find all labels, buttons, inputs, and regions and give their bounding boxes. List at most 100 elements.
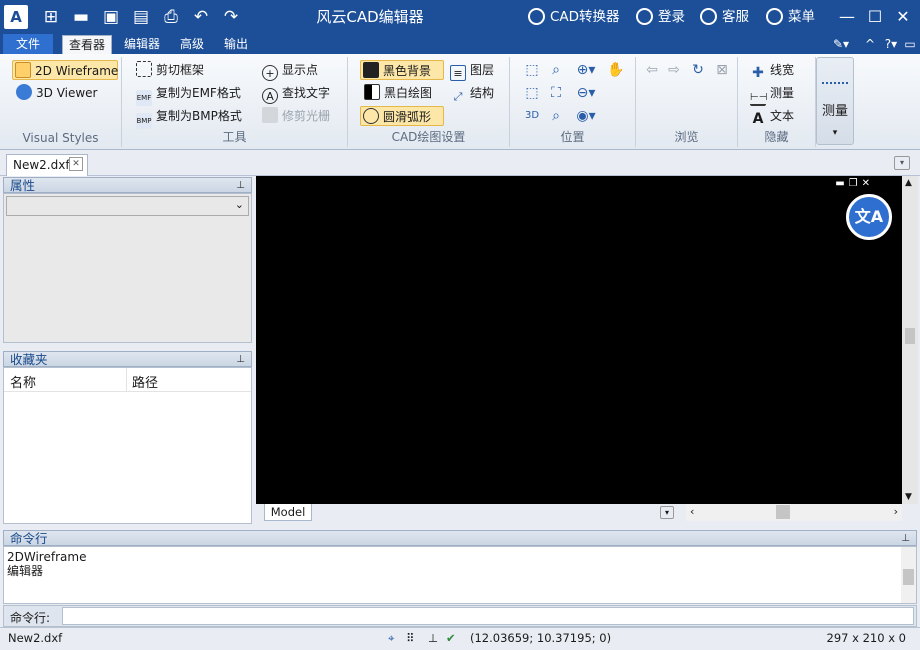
tab-list-dropdown-icon[interactable]: ▾ <box>894 156 910 170</box>
find-text-button[interactable]: A 查找文字 <box>260 83 334 104</box>
scroll-up-icon[interactable]: ▲ <box>905 178 912 188</box>
zoom-previous-icon[interactable]: ⌕ <box>546 106 566 126</box>
ortho-icon[interactable]: ⊥ <box>428 628 438 649</box>
converter-icon <box>528 8 545 25</box>
close-button[interactable]: ✕ <box>886 0 920 34</box>
structure-button[interactable]: ⤢ 结构 <box>448 83 498 103</box>
column-divider <box>126 368 127 392</box>
chevron-down-icon: ⌄ <box>234 198 244 211</box>
vertical-scrollbar[interactable]: ▲ ▼ <box>902 176 918 504</box>
rotate-3d-icon[interactable]: 3D <box>522 106 542 126</box>
favorites-table-header: 名称 路径 <box>4 368 251 392</box>
close-tab-icon[interactable]: ✕ <box>69 157 83 171</box>
pin-icon[interactable]: ⊥ <box>236 178 245 194</box>
menu-link[interactable]: 菜单 <box>766 0 815 34</box>
trim-raster-button[interactable]: 修剪光栅 <box>260 106 334 126</box>
stop-icon[interactable]: ⊠ <box>712 60 732 80</box>
fit-icon[interactable]: ⛶ <box>546 83 566 103</box>
properties-panel: ⌄ <box>3 193 252 343</box>
pin-icon[interactable]: ⊥ <box>236 352 245 368</box>
command-prompt-label: 命令行: <box>10 611 51 625</box>
zoom-window-icon[interactable]: ⬚ <box>522 60 542 80</box>
headset-icon <box>700 8 717 25</box>
zoom-out-icon[interactable]: ⊖▾ <box>572 83 600 103</box>
zoom-extents-icon[interactable]: ⬚ <box>522 83 542 103</box>
ribbon-tab-bar: 文件 查看器 编辑器 高级 输出 ✎▾ ^ ?▾ ▭ <box>0 34 920 54</box>
group-label: 位置 <box>560 130 585 144</box>
tab-file[interactable]: 文件 <box>3 34 53 54</box>
find-text-icon: A <box>262 88 278 104</box>
properties-select[interactable]: ⌄ <box>6 196 249 216</box>
group-label: CAD绘图设置 <box>391 130 466 144</box>
canvas-window-controls[interactable]: ▬❐✕ <box>835 178 874 189</box>
column-name[interactable]: 名称 <box>10 372 36 391</box>
measure-large-button[interactable]: 测量 ▾ <box>816 57 854 145</box>
pan-hand-icon[interactable]: ✋ <box>606 60 626 80</box>
measure-button[interactable]: ⊢⊣ 测量 <box>748 83 798 106</box>
text-icon: A <box>752 111 764 127</box>
measure-dots-icon <box>822 68 848 84</box>
viewer-3d-button[interactable]: 3D Viewer <box>14 83 101 103</box>
scroll-right-icon[interactable]: › <box>894 505 898 518</box>
dropdown-arrow-icon: ▾ <box>832 128 838 138</box>
group-label: 工具 <box>222 130 247 144</box>
bw-drawing-button[interactable]: 黑白绘图 <box>362 83 436 103</box>
column-path[interactable]: 路径 <box>132 372 158 391</box>
login-link[interactable]: 登录 <box>636 0 685 34</box>
translate-icon[interactable]: 文A <box>846 194 892 240</box>
model-tab[interactable]: Model <box>264 504 312 521</box>
wireframe-2d-button[interactable]: 2D Wireframe <box>12 60 118 80</box>
scroll-thumb[interactable] <box>905 328 915 344</box>
arc-icon <box>363 108 379 124</box>
forward-arrow-icon[interactable]: ⇨ <box>664 60 684 80</box>
drawing-canvas[interactable]: ▬❐✕ 文A <box>256 176 902 504</box>
hscroll-thumb[interactable] <box>776 505 790 519</box>
zoom-in-icon[interactable]: ⊕▾ <box>572 60 600 80</box>
black-bg-icon <box>363 62 379 78</box>
service-link[interactable]: 客服 <box>700 0 749 34</box>
raster-icon <box>262 107 278 123</box>
command-input[interactable] <box>62 607 914 625</box>
linewidth-button[interactable]: ✚ 线宽 <box>748 60 798 81</box>
user-icon <box>636 8 653 25</box>
layout-dropdown-icon[interactable]: ▾ <box>660 506 674 519</box>
black-background-button[interactable]: 黑色背景 <box>360 60 444 80</box>
cad-converter-link[interactable]: CAD转换器 <box>528 0 620 34</box>
scroll-down-icon[interactable]: ▼ <box>905 492 912 502</box>
group-hide: ✚ 线宽 ⊢⊣ 测量 A 文本 隐藏 <box>738 57 816 147</box>
text-button[interactable]: A 文本 <box>748 106 798 127</box>
collapse-ribbon-icon[interactable]: ^ <box>862 35 878 54</box>
zoom-select-icon[interactable]: ⌕ <box>546 60 566 80</box>
tab-editor[interactable]: 编辑器 <box>118 35 166 54</box>
clip-frame-button[interactable]: 剪切框架 <box>134 60 208 80</box>
help-icon[interactable]: ?▾ <box>880 35 902 54</box>
back-arrow-icon[interactable]: ⇦ <box>642 60 662 80</box>
orbit-icon[interactable]: ◉▾ <box>572 106 600 126</box>
show-points-button[interactable]: + 显示点 <box>260 60 322 81</box>
document-tab[interactable]: New2.dxf ✕ <box>6 154 88 176</box>
group-label: Visual Styles <box>22 131 99 145</box>
refresh-icon[interactable]: ↻ <box>688 60 708 80</box>
layers-button[interactable]: ≡ 图层 <box>448 60 498 81</box>
status-coordinates: (12.03659; 10.37195; 0) <box>470 631 612 645</box>
grid-icon[interactable]: ⠿ <box>406 628 414 649</box>
restore-icon[interactable]: ▭ <box>902 35 918 54</box>
horizontal-scrollbar[interactable]: ‹ › <box>686 504 902 521</box>
pin-icon[interactable]: ⊥ <box>901 531 910 547</box>
tab-advanced[interactable]: 高级 <box>172 35 212 54</box>
tab-viewer[interactable]: 查看器 <box>62 35 112 54</box>
snap-icon[interactable]: ⌖ <box>388 628 394 649</box>
status-bar: New2.dxf ⌖ ⠿ ⊥ ✔ (12.03659; 10.37195; 0)… <box>0 627 920 650</box>
tab-output[interactable]: 输出 <box>216 35 256 54</box>
copy-emf-button[interactable]: EMF 复制为EMF格式 <box>134 83 245 106</box>
copy-bmp-button[interactable]: BMP 复制为BMP格式 <box>134 106 246 129</box>
smooth-arc-button[interactable]: 圆滑弧形 <box>360 106 444 126</box>
menu-icon <box>766 8 783 25</box>
command-scroll-thumb[interactable] <box>903 569 914 585</box>
group-position: ⬚ ⌕ ⊕▾ ✋ ⬚ ⛶ ⊖▾ 3D ⌕ ◉▾ 位置 <box>510 57 636 147</box>
command-scrollbar[interactable] <box>901 547 916 603</box>
favorites-panel: 名称 路径 <box>3 367 252 524</box>
osnap-icon[interactable]: ✔ <box>446 628 456 649</box>
style-dropdown-icon[interactable]: ✎▾ <box>828 35 854 54</box>
scroll-left-icon[interactable]: ‹ <box>690 505 694 518</box>
